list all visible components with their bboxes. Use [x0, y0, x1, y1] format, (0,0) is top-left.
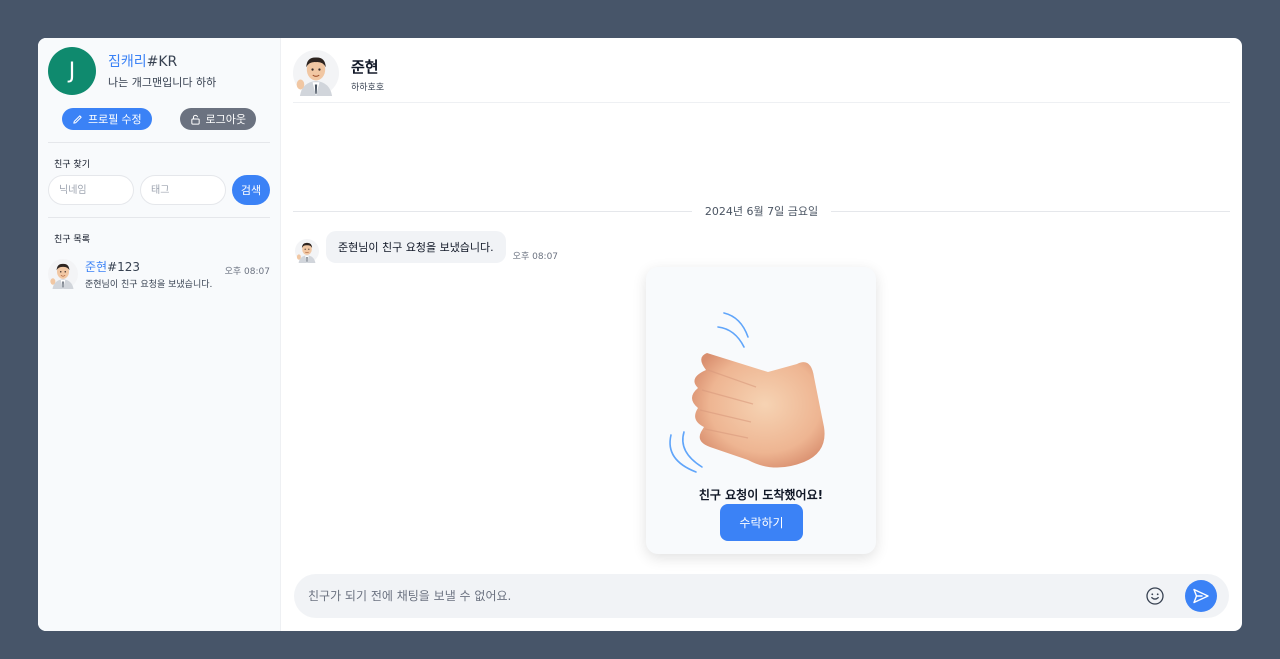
send-button[interactable] — [1185, 580, 1217, 612]
message-input[interactable] — [308, 589, 1144, 603]
divider — [48, 217, 270, 218]
my-profile: J 짐캐리#KR 나는 개그맨입니다 하하 — [48, 47, 216, 95]
search-button[interactable]: 검색 — [232, 175, 270, 205]
friend-list-title: 친구 목록 — [54, 235, 90, 245]
edit-profile-button[interactable]: 프로필 수정 — [62, 108, 152, 130]
sender-avatar — [295, 239, 319, 263]
chat-avatar — [293, 50, 339, 96]
friend-time: 오후 08:07 — [224, 267, 270, 277]
friend-tag: #123 — [107, 260, 141, 274]
chat-title: 준현 — [351, 58, 379, 76]
waving-hand-icon — [669, 312, 825, 473]
edit-profile-label: 프로필 수정 — [88, 114, 142, 126]
tag-input[interactable] — [140, 175, 226, 205]
find-friends-title: 친구 찾기 — [54, 160, 90, 170]
unlock-icon — [190, 114, 200, 125]
send-icon — [1193, 588, 1209, 604]
friend-name: 준현#123 — [85, 258, 225, 275]
my-tag: #KR — [146, 53, 178, 70]
friend-last-message: 준현님이 친구 요청을 보냈습니다. — [85, 280, 213, 290]
date-separator: 2024년 6월 7일 금요일 — [293, 203, 1231, 219]
date-label: 2024년 6월 7일 금요일 — [704, 205, 819, 218]
message-row: 준현님이 친구 요청을 보냈습니다. 오후 08:07 — [295, 231, 558, 263]
divider — [48, 142, 270, 143]
my-name: 짐캐리#KR — [108, 53, 216, 71]
friend-nickname: 준현 — [85, 260, 108, 274]
friend-request-card: 친구 요청이 도착했어요! 수락하기 — [646, 267, 876, 554]
message-time: 오후 08:07 — [512, 252, 559, 262]
chat-header: 준현 하하호호 — [293, 50, 1230, 103]
message-composer — [294, 574, 1229, 618]
accept-button[interactable]: 수락하기 — [720, 504, 803, 541]
logout-button[interactable]: 로그아웃 — [179, 108, 256, 130]
app-window: J 짐캐리#KR 나는 개그맨입니다 하하 프로필 수정 로그아웃 친구 찾기 — [38, 38, 1242, 631]
emoji-icon[interactable] — [1144, 585, 1166, 607]
avatar: J — [48, 47, 96, 95]
logout-label: 로그아웃 — [205, 114, 246, 126]
pencil-icon — [73, 114, 82, 124]
friend-request-title: 친구 요청이 도착했어요! — [698, 488, 824, 502]
nickname-input[interactable] — [48, 175, 134, 205]
sidebar: J 짐캐리#KR 나는 개그맨입니다 하하 프로필 수정 로그아웃 친구 찾기 — [38, 38, 281, 631]
chat-panel: 준현 하하호호 2024년 6월 7일 금요일 준현님이 친구 요청을 보냈습니… — [281, 38, 1242, 631]
chat-status: 하하호호 — [351, 83, 385, 93]
message-bubble: 준현님이 친구 요청을 보냈습니다. — [326, 231, 506, 263]
friend-list-item[interactable]: 준현#123 준현님이 친구 요청을 보냈습니다. 오후 08:07 — [48, 258, 270, 290]
my-nickname: 짐캐리 — [108, 53, 147, 70]
friend-search-form: 검색 — [48, 175, 270, 205]
friend-avatar — [48, 259, 78, 289]
my-status: 나는 개그맨입니다 하하 — [108, 75, 217, 89]
